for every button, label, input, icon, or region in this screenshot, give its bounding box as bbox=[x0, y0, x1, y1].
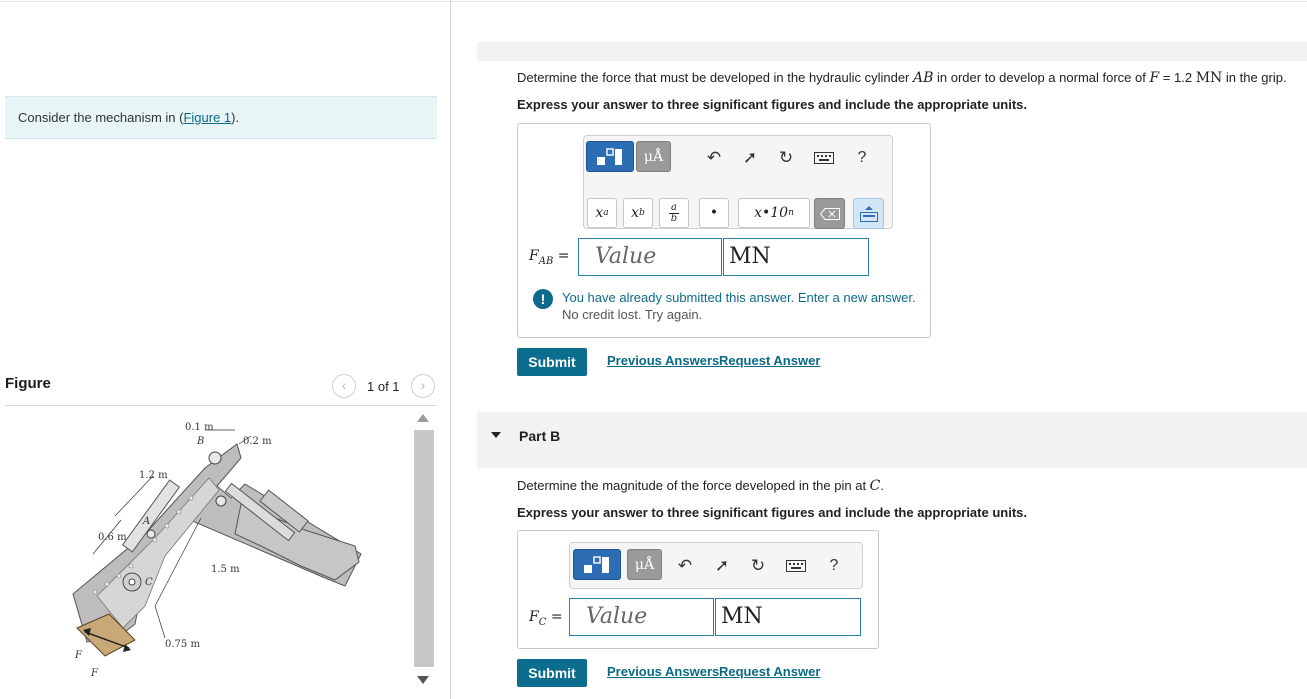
superscript-button[interactable]: xa bbox=[587, 198, 617, 228]
part-b-answer-box: μÅ ↶ ➚ ↻ ? FC = Value MN bbox=[517, 530, 879, 649]
redo-icon[interactable]: ➚ bbox=[738, 146, 762, 170]
warning-message: You have already submitted this answer. … bbox=[562, 290, 916, 305]
part-a-submit-button[interactable]: Submit bbox=[517, 348, 587, 376]
intro-suffix: ). bbox=[231, 110, 240, 125]
redo-icon[interactable]: ➚ bbox=[710, 554, 734, 578]
chevron-left-icon[interactable]: ‹ bbox=[332, 374, 356, 398]
label-1-2m: 1.2 m bbox=[139, 470, 168, 481]
part-a-previous-answers-link[interactable]: Previous Answers bbox=[607, 353, 719, 368]
subscript-button[interactable]: xb bbox=[623, 198, 653, 228]
label-c: C bbox=[145, 577, 153, 588]
scroll-down-arrow-icon[interactable] bbox=[417, 676, 429, 684]
figure-title: Figure bbox=[5, 375, 51, 392]
part-a-math-toolbar: μÅ ↶ ➚ ↻ ? xa xb ab • x•10 n bbox=[583, 135, 893, 229]
warning-subtext: No credit lost. Try again. bbox=[562, 307, 703, 322]
part-b-value-input[interactable]: Value bbox=[569, 598, 714, 636]
figure-pager: ‹ 1 of 1 › bbox=[332, 374, 437, 398]
part-b-title: Part B bbox=[519, 428, 561, 444]
label-0-1m: 0.1 m bbox=[185, 422, 214, 433]
help-icon[interactable]: ? bbox=[822, 554, 846, 578]
part-a-question: Determine the force that must be develop… bbox=[517, 70, 1287, 86]
part-a-instruction: Express your answer to three significant… bbox=[517, 97, 1027, 112]
part-b-instruction: Express your answer to three significant… bbox=[517, 505, 1027, 520]
part-b-submit-button[interactable]: Submit bbox=[517, 659, 587, 687]
intro-box: Consider the mechanism in (Figure 1). bbox=[5, 96, 437, 139]
part-b-math-toolbar: μÅ ↶ ➚ ↻ ? bbox=[569, 542, 863, 589]
templates-icon[interactable] bbox=[573, 549, 621, 580]
part-a-unit-input[interactable]: MN bbox=[723, 238, 869, 276]
excavator-diagram: 0.1 m 0.2 m B 1.2 m A 0.6 m C 1.5 m 0.75… bbox=[72, 422, 362, 679]
scroll-up-arrow-icon[interactable] bbox=[417, 414, 429, 422]
part-a-answer-box: μÅ ↶ ➚ ↻ ? xa xb ab • x•10 n FAB = Value … bbox=[517, 123, 931, 338]
part-b-field-label: FC = bbox=[529, 609, 563, 628]
undo-icon[interactable]: ↶ bbox=[673, 554, 697, 578]
label-f-left: F bbox=[74, 650, 83, 661]
figure-page-count: 1 of 1 bbox=[367, 379, 400, 394]
part-a-field-label: FAB = bbox=[529, 248, 570, 267]
keyboard-icon[interactable] bbox=[812, 146, 836, 170]
units-button[interactable]: μÅ bbox=[627, 549, 662, 580]
figure-link[interactable]: Figure 1 bbox=[183, 110, 231, 125]
part-a-header-band bbox=[477, 42, 1307, 61]
part-a-request-answer-link[interactable]: Request Answer bbox=[719, 353, 820, 368]
keyboard-toggle-icon[interactable] bbox=[853, 198, 884, 229]
chevron-right-icon[interactable]: › bbox=[411, 374, 435, 398]
label-0-2m: 0.2 m bbox=[243, 436, 272, 447]
scientific-notation-button[interactable]: x•10 n bbox=[738, 198, 810, 228]
units-button[interactable]: μÅ bbox=[636, 141, 671, 172]
part-b-previous-answers-link[interactable]: Previous Answers bbox=[607, 664, 719, 679]
delete-icon[interactable] bbox=[814, 198, 845, 229]
dot-button[interactable]: • bbox=[699, 198, 729, 228]
figure-image: 0.1 m 0.2 m B 1.2 m A 0.6 m C 1.5 m 0.75… bbox=[5, 406, 410, 691]
part-a-value-input[interactable]: Value bbox=[578, 238, 722, 276]
undo-icon[interactable]: ↶ bbox=[702, 146, 726, 170]
part-b-unit-input[interactable]: MN bbox=[715, 598, 861, 636]
top-rule bbox=[0, 1, 1307, 2]
part-b-question: Determine the magnitude of the force dev… bbox=[517, 478, 885, 494]
help-icon[interactable]: ? bbox=[850, 146, 874, 170]
warning-icon: ! bbox=[533, 289, 553, 309]
templates-icon[interactable] bbox=[586, 141, 634, 172]
fraction-button[interactable]: ab bbox=[659, 198, 689, 228]
label-f-bottom: F bbox=[90, 668, 99, 679]
label-a: A bbox=[142, 516, 150, 527]
label-1-5m: 1.5 m bbox=[211, 564, 240, 575]
collapse-caret-icon[interactable] bbox=[491, 432, 501, 438]
figure-scrollbar[interactable] bbox=[413, 408, 434, 692]
scroll-thumb[interactable] bbox=[414, 430, 434, 667]
label-0-6m: 0.6 m bbox=[98, 532, 127, 543]
keyboard-icon[interactable] bbox=[784, 554, 808, 578]
reset-icon[interactable]: ↻ bbox=[746, 554, 770, 578]
label-b: B bbox=[196, 436, 204, 447]
label-0-75m: 0.75 m bbox=[165, 639, 200, 650]
intro-text: Consider the mechanism in (Figure 1). bbox=[18, 110, 239, 125]
part-b-request-answer-link[interactable]: Request Answer bbox=[719, 664, 820, 679]
part-b-header[interactable]: Part B bbox=[477, 412, 1307, 468]
reset-icon[interactable]: ↻ bbox=[774, 146, 798, 170]
column-divider bbox=[450, 0, 451, 699]
intro-prefix: Consider the mechanism in ( bbox=[18, 110, 184, 125]
